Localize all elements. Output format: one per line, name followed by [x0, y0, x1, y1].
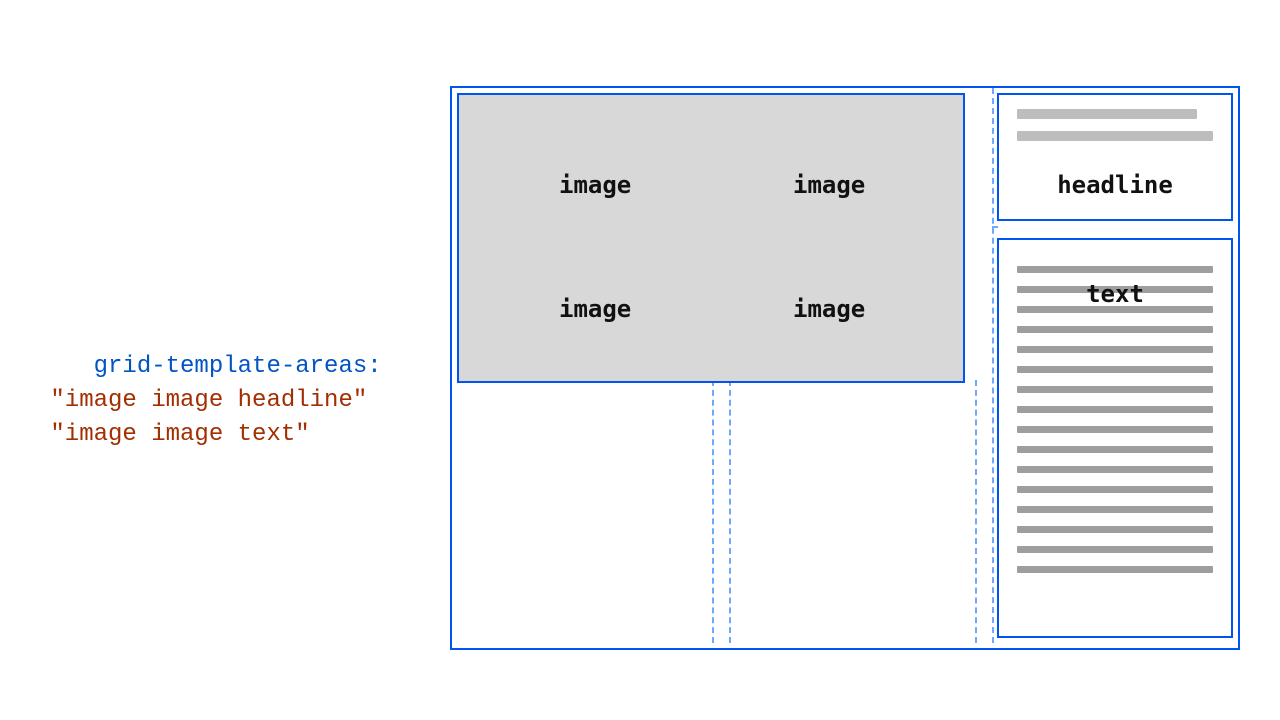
css-property: grid-template-areas: [94, 353, 382, 380]
col-guide-1a [712, 380, 714, 643]
text-placeholder-bar [1017, 386, 1213, 393]
text-placeholder-bar [1017, 266, 1213, 273]
text-placeholder-bar [1017, 546, 1213, 553]
text-placeholder-bar [1017, 466, 1213, 473]
headline-placeholder-bar [1017, 109, 1197, 119]
image-cell-label-r1c1: image [559, 171, 631, 199]
grid-diagram: image image image image headline [450, 86, 1240, 650]
image-cell-label-r2c1: image [559, 295, 631, 323]
row-guide-1a [992, 226, 998, 228]
text-placeholder-bar [1017, 486, 1213, 493]
text-placeholder-bar [1017, 526, 1213, 533]
image-area: image image image image [457, 93, 965, 383]
headline-placeholder-bar [1017, 131, 1213, 141]
col-guide-2b [992, 88, 994, 643]
col-guide-2a [975, 380, 977, 643]
css-value-line-2: "image image text" [50, 421, 309, 448]
text-area: text [997, 238, 1233, 638]
headline-area: headline [997, 93, 1233, 221]
text-placeholder-bar [1017, 366, 1213, 373]
css-code-block: grid-template-areas: "image image headli… [36, 316, 382, 486]
text-placeholder-bar [1017, 446, 1213, 453]
col-guide-1b [729, 380, 731, 643]
text-placeholder-bar [1017, 326, 1213, 333]
image-cell-label-r1c2: image [793, 171, 865, 199]
text-placeholder-bar [1017, 406, 1213, 413]
image-cell-label-r2c2: image [793, 295, 865, 323]
text-placeholder-bar [1017, 566, 1213, 573]
text-placeholder-bar [1017, 506, 1213, 513]
text-placeholder-bar [1017, 426, 1213, 433]
text-cell-label: text [999, 280, 1231, 308]
headline-cell-label: headline [999, 171, 1231, 199]
css-value-line-1: "image image headline" [50, 387, 367, 414]
text-placeholder-bar [1017, 346, 1213, 353]
